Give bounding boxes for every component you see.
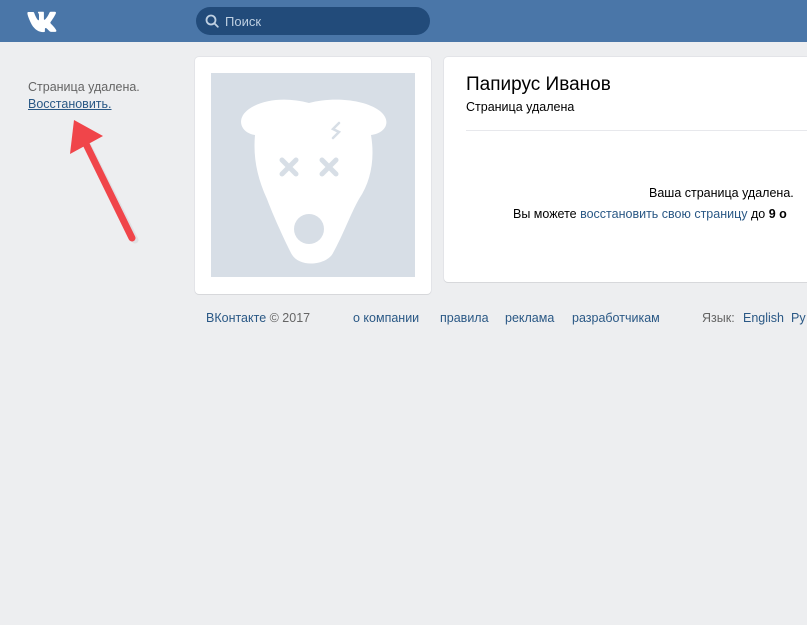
footer: ВКонтакте © 2017 о компании правила рекл…: [0, 311, 807, 329]
avatar: [211, 73, 415, 277]
footer-copyright: ВКонтакте © 2017: [206, 311, 310, 325]
deleted-message: Ваша страница удалена.: [649, 186, 794, 200]
red-arrow-annotation-icon: [70, 120, 139, 244]
language-label: Язык:: [702, 311, 735, 325]
footer-link-ads[interactable]: реклама: [505, 311, 554, 325]
restore-middle: до: [747, 207, 769, 221]
top-bar: [0, 0, 807, 42]
restore-info: Вы можете восстановить свою страницу до …: [513, 207, 787, 221]
page-deleted-message: Страница удалена.: [28, 80, 140, 94]
vk-logo-icon[interactable]: [26, 9, 62, 33]
search-box[interactable]: [196, 7, 430, 35]
divider: [466, 130, 807, 131]
footer-link-rules[interactable]: правила: [440, 311, 489, 325]
restore-page-link[interactable]: восстановить свою страницу: [580, 207, 747, 221]
language-russian[interactable]: Ру: [791, 311, 806, 325]
footer-link-about[interactable]: о компании: [353, 311, 419, 325]
search-input[interactable]: [196, 7, 430, 35]
restore-date: 9 о: [768, 207, 787, 221]
profile-status: Страница удалена: [466, 100, 575, 114]
left-notice: Страница удалена. Восстановить.: [28, 79, 140, 113]
profile-card: Папирус Иванов Страница удалена Ваша стр…: [444, 57, 807, 282]
restore-link[interactable]: Восстановить.: [28, 96, 112, 113]
footer-vk-link[interactable]: ВКонтакте: [206, 311, 266, 325]
footer-link-developers[interactable]: разработчикам: [572, 311, 660, 325]
footer-year: © 2017: [266, 311, 311, 325]
avatar-card: [195, 57, 431, 294]
profile-name: Папирус Иванов: [466, 74, 611, 95]
restore-prefix: Вы можете: [513, 207, 581, 221]
deleted-dog-icon: [241, 99, 387, 264]
language-english[interactable]: English: [743, 311, 784, 325]
